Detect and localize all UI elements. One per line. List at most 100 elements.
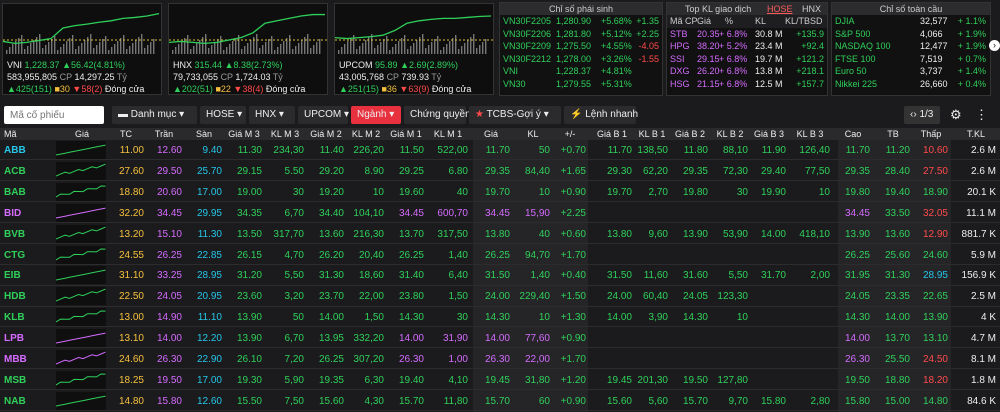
- vni-index-panel[interactable]: VNI 1,228.37 ▲56.42(4.81%) 583,955,805 CP…: [2, 3, 162, 95]
- top-volume-row[interactable]: SSI 29.15 + 6.8% 19.7 M +121.2: [667, 53, 827, 66]
- column-header[interactable]: KL M 1: [428, 129, 468, 139]
- danhmuc-dropdown[interactable]: ▬ Danh mục ▾: [112, 106, 197, 124]
- chungquyen-button[interactable]: Chứng quyền: [404, 106, 471, 124]
- index-volume: 583,955,805 CP 14,297.25 Tỷ: [7, 72, 127, 82]
- column-header[interactable]: Cao: [836, 129, 870, 139]
- cell-cao: 14.00: [844, 333, 870, 345]
- column-header[interactable]: Giá: [58, 129, 106, 139]
- column-header[interactable]: KL: [516, 129, 550, 139]
- cell--: +1.70: [560, 249, 586, 261]
- cell-th-p: 10.60: [922, 145, 948, 156]
- column-header[interactable]: Giá M 1: [388, 129, 424, 139]
- column-header[interactable]: Sàn: [186, 129, 222, 139]
- derivative-row[interactable]: VN30 1,279.55 +5.31%: [500, 78, 662, 91]
- column-header[interactable]: Giá B 2: [672, 129, 708, 139]
- sparkline-chart: [56, 350, 106, 368]
- column-header[interactable]: Giá B 3: [752, 129, 786, 139]
- cell-gi-m-3: 19.00: [236, 186, 262, 198]
- tab-hose[interactable]: HOSE: [767, 4, 793, 14]
- ticker-symbol[interactable]: MSB: [4, 375, 26, 386]
- ticker-symbol[interactable]: HDB: [4, 291, 26, 302]
- ticker-symbol[interactable]: MBB: [4, 354, 27, 365]
- derivative-row[interactable]: VNI 1,228.37 +4.81%: [500, 65, 662, 78]
- gear-icon[interactable]: ⚙: [950, 107, 962, 123]
- upcom-dropdown[interactable]: UPCOM ▾: [298, 106, 349, 124]
- next-arrow-icon[interactable]: ›: [989, 40, 1000, 51]
- column-header[interactable]: Giá B 1: [592, 129, 632, 139]
- upcom-index-panel[interactable]: UPCOM 95.89 ▲2.69(2.89%) 43,005,768 CP 73…: [334, 3, 494, 95]
- cell-tr-n: 24.05: [156, 291, 182, 303]
- column-header[interactable]: Mã: [4, 129, 54, 139]
- table-row[interactable]: MSB 18.25 19.50 17.00 19.30 5,90 19.35 6,30 19.4…: [0, 370, 1000, 391]
- ticker-symbol[interactable]: ACB: [4, 166, 26, 177]
- hnx-dropdown[interactable]: HNX ▾: [249, 106, 295, 124]
- sparkline-chart: [56, 287, 106, 306]
- column-header[interactable]: Giá M 2: [308, 129, 344, 139]
- tab-hnx[interactable]: HNX: [802, 4, 821, 14]
- table-row[interactable]: EIB 31.10 33.25 28.95 31.20 5,50 31.30 18,60 31.…: [0, 265, 1000, 286]
- pager[interactable]: ‹› 1/3: [904, 106, 940, 124]
- world-index-row[interactable]: Euro 50 3,737 + 1.4%: [832, 65, 990, 78]
- table-row[interactable]: BAB 18.80 20.60 17.00 19.00 30 19.20 10 19.60 40 1…: [0, 182, 1000, 203]
- table-row[interactable]: ACB 27.60 29.50 25.70 29.15 5.50 29.20 8.90 29.2…: [0, 161, 1000, 182]
- world-index-row[interactable]: FTSE 100 7,519 + 0.7%: [832, 53, 990, 66]
- cell-gi-: 19.45: [484, 374, 510, 386]
- column-header[interactable]: Giá: [472, 129, 510, 139]
- table-row[interactable]: BID 32.20 34.45 29.95 34.35 6,70 34.40 104,10 34…: [0, 203, 1000, 223]
- ticker-symbol[interactable]: EIB: [4, 270, 21, 281]
- world-index-row[interactable]: Nikkei 225 26,660 + 0.4%: [832, 78, 990, 91]
- table-row[interactable]: MBB 24.60 26.30 22.90 26.10 7,20 26.25 307,20 26…: [0, 349, 1000, 370]
- search-input[interactable]: [4, 106, 104, 124]
- world-index-row[interactable]: DJIA 32,577 + 1.1%: [832, 15, 990, 28]
- ticker-symbol[interactable]: ABB: [4, 145, 26, 156]
- hose-dropdown[interactable]: HOSE ▾: [200, 106, 246, 124]
- table-row[interactable]: HDB 22.50 24.05 20.95 23.60 3,20 23.70 22,00 23.…: [0, 286, 1000, 307]
- cell-kl-b-2: 88,10: [722, 145, 748, 156]
- column-header[interactable]: TB: [876, 129, 910, 139]
- ticker-symbol[interactable]: BVB: [4, 229, 25, 240]
- cell-tc: 22.50: [118, 291, 144, 303]
- top-volume-row[interactable]: DXG 26.20 + 6.8% 13.8 M +218.1: [667, 65, 827, 78]
- cell-gi-m-3: 19.30: [236, 374, 262, 386]
- derivative-row[interactable]: VN30F2209 1,275.50 +4.55% -4.05: [500, 40, 662, 53]
- column-header[interactable]: KL B 1: [636, 129, 668, 139]
- table-row[interactable]: KLB 13.00 14.90 11.10 13.90 50 14.00 1,50 14.30 3…: [0, 307, 1000, 328]
- column-header[interactable]: +/-: [554, 129, 586, 139]
- quick-order-button[interactable]: ⚡ Lệnh nhanh: [564, 106, 638, 124]
- world-index-row[interactable]: NASDAQ 100 12,477 + 1.9%: [832, 40, 990, 53]
- cell-gi-b-1: 31.50: [606, 270, 632, 282]
- top-volume-row[interactable]: STB 20.35 + 6.8% 30.8 M +135.9: [667, 28, 827, 41]
- ticker-symbol[interactable]: NAB: [4, 396, 26, 407]
- table-row[interactable]: LPB 13.10 14.00 12.20 13.90 6,70 13.95 332,20 14…: [0, 328, 1000, 349]
- table-row[interactable]: NAB 14.80 15.80 12.60 15.50 7,50 15.60 4,30 15.7…: [0, 391, 1000, 412]
- tcbs-suggest-dropdown[interactable]: ★ TCBS-Gợi ý ▾: [469, 106, 561, 124]
- column-header[interactable]: KL B 2: [712, 129, 748, 139]
- cell-kl: 60: [538, 395, 550, 407]
- ticker-symbol[interactable]: CTG: [4, 250, 25, 261]
- derivative-row[interactable]: VN30F2206 1,281.80 +5.12% +2.25: [500, 28, 662, 41]
- derivative-row[interactable]: VN30F2212 1,278.00 +3.26% -1.55: [500, 53, 662, 66]
- column-header[interactable]: TC: [108, 129, 144, 139]
- hnx-index-panel[interactable]: HNX 315.44 ▲8.38(2.73%) 79,733,055 CP 1,7…: [168, 3, 328, 95]
- column-header[interactable]: KL M 3: [266, 129, 304, 139]
- table-row[interactable]: ABB 11.00 12.60 9.40 11.30 234,30 11.40 226,20 1…: [0, 140, 1000, 161]
- column-header[interactable]: KL M 2: [348, 129, 384, 139]
- ticker-symbol[interactable]: KLB: [4, 312, 25, 323]
- ticker-symbol[interactable]: BAB: [4, 187, 26, 198]
- derivative-row[interactable]: VN30F2205 1,280.90 +5.68% +1.35: [500, 15, 662, 28]
- ticker-symbol[interactable]: LPB: [4, 333, 24, 344]
- top-volume-row[interactable]: HPG 38.20 + 5.2% 23.4 M +92.4: [667, 40, 827, 53]
- cell-tb: 33.50: [884, 207, 910, 219]
- column-header[interactable]: Thấp: [914, 129, 948, 139]
- column-header[interactable]: Giá M 3: [226, 129, 262, 139]
- nganh-dropdown[interactable]: Ngành ▾: [351, 106, 401, 124]
- world-index-row[interactable]: S&P 500 4,066 + 1.9%: [832, 28, 990, 41]
- table-row[interactable]: CTG 24.55 26.25 22.85 26.15 4,70 26.20 20,40 26.…: [0, 245, 1000, 265]
- column-header[interactable]: T.KL: [956, 129, 996, 139]
- column-header[interactable]: KL B 3: [790, 129, 830, 139]
- table-row[interactable]: BVB 13.20 15.10 11.30 13.50 317,70 13.60 216,30…: [0, 224, 1000, 244]
- top-volume-row[interactable]: HSG 21.15 + 6.8% 12.5 M +157.7: [667, 78, 827, 91]
- column-header[interactable]: Trần: [146, 129, 182, 139]
- more-vertical-icon[interactable]: ⋮: [975, 107, 988, 123]
- ticker-symbol[interactable]: BID: [4, 208, 21, 219]
